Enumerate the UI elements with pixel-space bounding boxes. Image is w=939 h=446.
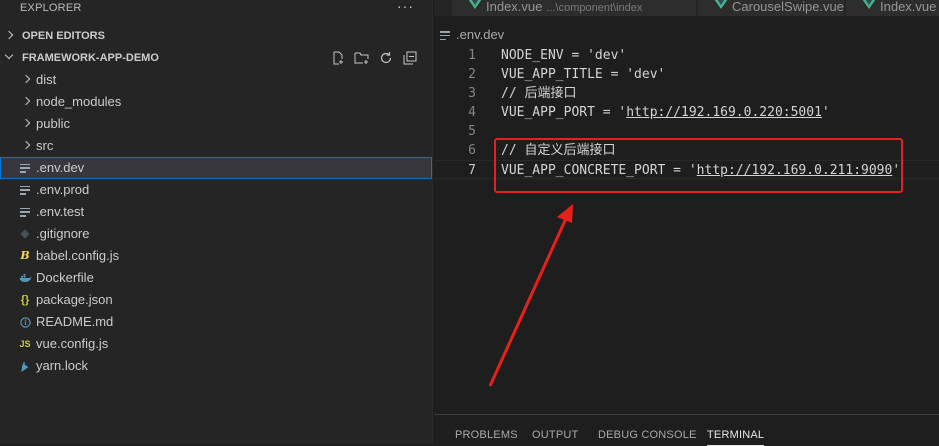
line-text: NODE_ENV = 'dev' — [501, 48, 627, 63]
chevron-right-icon — [21, 96, 31, 106]
tree-item-label: babel.config.js — [36, 248, 120, 263]
line-number: 3 — [468, 86, 476, 101]
line-text: VUE_APP_TITLE = 'dev' — [501, 67, 666, 82]
tab-index-vue-component[interactable]: Index.vue ...\component\index — [452, 0, 697, 16]
panel-tab-output[interactable]: OUTPUT — [532, 429, 578, 441]
tree-item-label: Dockerfile — [36, 270, 94, 285]
new-file-icon[interactable] — [330, 50, 346, 66]
code-line: 4 VUE_APP_PORT = 'http://192.169.0.220:5… — [434, 103, 939, 122]
open-editors-section[interactable]: OPEN EDITORS — [0, 25, 432, 47]
code-line: 2 VUE_APP_TITLE = 'dev' — [434, 65, 939, 84]
explorer-header: EXPLORER ··· — [0, 0, 432, 16]
tree-file-dockerfile[interactable]: Dockerfile — [0, 267, 432, 289]
tree-item-label: dist — [36, 72, 57, 87]
vue-file-icon — [714, 0, 728, 9]
breadcrumb-file: .env.dev — [456, 27, 505, 42]
tree-item-label: .env.test — [36, 204, 85, 219]
tree-item-label: package.json — [36, 292, 113, 307]
tab-description: ...\component\index — [546, 2, 643, 14]
git-icon — [18, 223, 32, 245]
tree-file-gitignore[interactable]: .gitignore — [0, 223, 432, 245]
tree-item-label: vue.config.js — [36, 336, 109, 351]
chevron-right-icon — [21, 140, 31, 150]
json-icon: {} — [20, 294, 30, 306]
tree-file-vue-config[interactable]: JS vue.config.js — [0, 333, 432, 355]
tree-item-label: public — [36, 116, 70, 131]
explorer-sidebar: EXPLORER ··· OPEN EDITORS FRAMEWORK-APP-… — [0, 0, 433, 444]
project-actions — [330, 47, 418, 69]
tab-carousel-swipe-vue[interactable]: CarouselSwipe.vue — [698, 0, 845, 16]
line-number: 1 — [468, 48, 476, 63]
code-line: 1 NODE_ENV = 'dev' — [434, 46, 939, 65]
panel-tab-debug-console[interactable]: DEBUG CONSOLE — [598, 429, 697, 441]
editor-tab-bar: Index.vue ...\component\index CarouselSwi… — [434, 0, 939, 16]
tree-file-package-json[interactable]: {} package.json — [0, 289, 432, 311]
url-link[interactable]: http://192.169.0.220:5001 — [626, 105, 822, 120]
tab-label: CarouselSwipe.vue — [732, 0, 845, 14]
env-file-icon — [18, 179, 32, 201]
line-number: 7 — [468, 163, 476, 178]
tree-item-label: .env.dev — [36, 160, 85, 175]
tree-item-label: .env.prod — [36, 182, 90, 197]
env-file-icon — [18, 157, 32, 179]
vue-file-icon — [862, 0, 876, 9]
tree-file-babel-config[interactable]: B babel.config.js — [0, 245, 432, 267]
collapse-all-icon[interactable] — [402, 50, 418, 66]
line-number: 4 — [468, 105, 476, 120]
tab-label: Index.vue — [486, 0, 543, 14]
tree-item-label: yarn.lock — [36, 358, 89, 373]
tree-folder-public[interactable]: public — [0, 113, 432, 135]
panel-tab-terminal[interactable]: TERMINAL — [707, 429, 765, 446]
tree-file-env-prod[interactable]: .env.prod — [0, 179, 432, 201]
vue-file-icon — [468, 0, 482, 9]
open-editors-label: OPEN EDITORS — [22, 30, 105, 42]
bottom-panel: PROBLEMS OUTPUT DEBUG CONSOLE TERMINAL — [434, 414, 939, 446]
line-number: 2 — [468, 67, 476, 82]
tree-item-label: .gitignore — [36, 226, 90, 241]
chevron-right-icon — [4, 30, 14, 40]
code-line: 3 // 后端接口 — [434, 84, 939, 103]
project-label: FRAMEWORK-APP-DEMO — [22, 52, 159, 64]
highlight-box — [494, 138, 903, 193]
line-number: 5 — [468, 124, 476, 139]
info-icon — [18, 311, 32, 333]
line-text: // 后端接口 — [501, 86, 577, 101]
tree-file-env-test[interactable]: .env.test — [0, 201, 432, 223]
tree-folder-node-modules[interactable]: node_modules — [0, 91, 432, 113]
tree-item-label: README.md — [36, 314, 114, 329]
new-folder-icon[interactable] — [354, 50, 370, 66]
line-number: 6 — [468, 143, 476, 158]
tree-folder-dist[interactable]: dist — [0, 69, 432, 91]
tree-file-readme[interactable]: README.md — [0, 311, 432, 333]
tree-folder-src[interactable]: src — [0, 135, 432, 157]
tab-label: Index.vue — [880, 0, 937, 14]
line-text: VUE_APP_PORT = 'http://192.169.0.220:500… — [501, 105, 830, 120]
docker-icon — [18, 267, 32, 289]
red-arrow-annotation — [488, 204, 573, 387]
tab-index-vue[interactable]: Index.vue — [846, 0, 939, 16]
refresh-icon[interactable] — [378, 50, 394, 66]
chevron-right-icon — [21, 118, 31, 128]
project-section[interactable]: FRAMEWORK-APP-DEMO — [0, 47, 432, 69]
tree-item-label: src — [36, 138, 54, 153]
env-file-icon — [440, 31, 450, 40]
yarn-icon — [18, 355, 32, 377]
tree-file-yarn-lock[interactable]: yarn.lock — [0, 355, 432, 377]
more-actions-icon[interactable]: ··· — [397, 0, 414, 14]
env-file-icon — [18, 201, 32, 223]
tree-item-label: node_modules — [36, 94, 122, 109]
js-icon: JS — [19, 339, 31, 349]
chevron-right-icon — [21, 74, 31, 84]
breadcrumb[interactable]: .env.dev — [434, 26, 504, 44]
babel-icon: B — [20, 249, 30, 262]
tree-file-env-dev[interactable]: .env.dev — [0, 157, 432, 179]
explorer-title: EXPLORER — [20, 2, 82, 14]
panel-tab-problems[interactable]: PROBLEMS — [455, 429, 518, 441]
chevron-down-icon — [4, 50, 14, 60]
